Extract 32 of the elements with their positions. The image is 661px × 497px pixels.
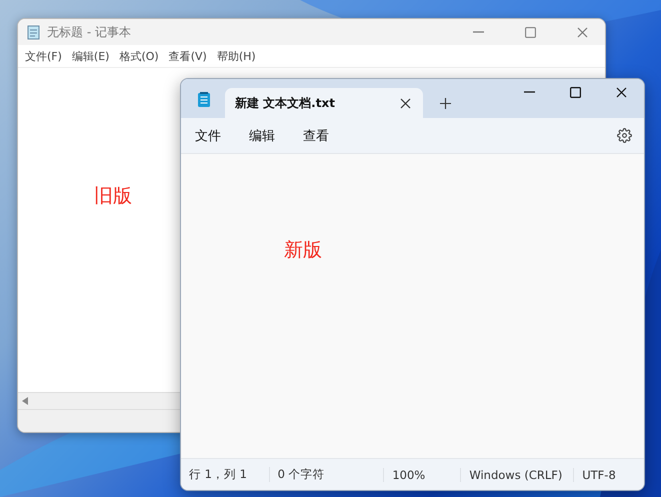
scroll-left-icon xyxy=(22,397,28,405)
annotation-label: 新版 xyxy=(284,238,322,263)
annotation-label: 旧版 xyxy=(94,184,132,209)
notepad-icon xyxy=(197,91,211,108)
maximize-icon xyxy=(524,26,536,38)
status-text: UTF-8 xyxy=(573,468,644,482)
settings-button[interactable] xyxy=(617,128,632,143)
menu-item[interactable]: 格式(O) xyxy=(114,46,164,66)
menu-item[interactable]: 查看(V) xyxy=(164,46,212,66)
document-tab[interactable]: 新建 文本文档.txt xyxy=(225,88,423,118)
status-text: 行 1，列 1 xyxy=(188,467,248,482)
close-icon xyxy=(616,86,626,98)
menu-item[interactable]: 编辑 xyxy=(241,122,289,150)
minimize-icon xyxy=(524,91,534,93)
minimize-icon xyxy=(472,31,484,33)
menu-item[interactable]: 帮助(H) xyxy=(212,46,261,66)
maximize-icon xyxy=(570,86,580,98)
status-text: 100% xyxy=(383,468,460,482)
status-text: 0 个字符 xyxy=(268,467,384,482)
notepad-icon xyxy=(26,24,41,40)
menu-item[interactable]: 查看 xyxy=(295,122,343,150)
close-icon xyxy=(576,26,588,38)
status-text: Windows (CRLF) xyxy=(460,468,574,482)
settings-icon xyxy=(617,128,632,143)
horizontal-scrollbar[interactable] xyxy=(18,392,180,409)
menu-item[interactable]: 文件 xyxy=(187,122,235,150)
text-area[interactable]: 新版 xyxy=(181,154,644,458)
window-title: 无标题 - 记事本 xyxy=(47,24,132,40)
close-icon xyxy=(400,98,411,108)
menu-item[interactable]: 文件(F) xyxy=(20,46,67,66)
menu-item[interactable]: 编辑(E) xyxy=(66,46,114,66)
plus-icon xyxy=(440,98,450,108)
